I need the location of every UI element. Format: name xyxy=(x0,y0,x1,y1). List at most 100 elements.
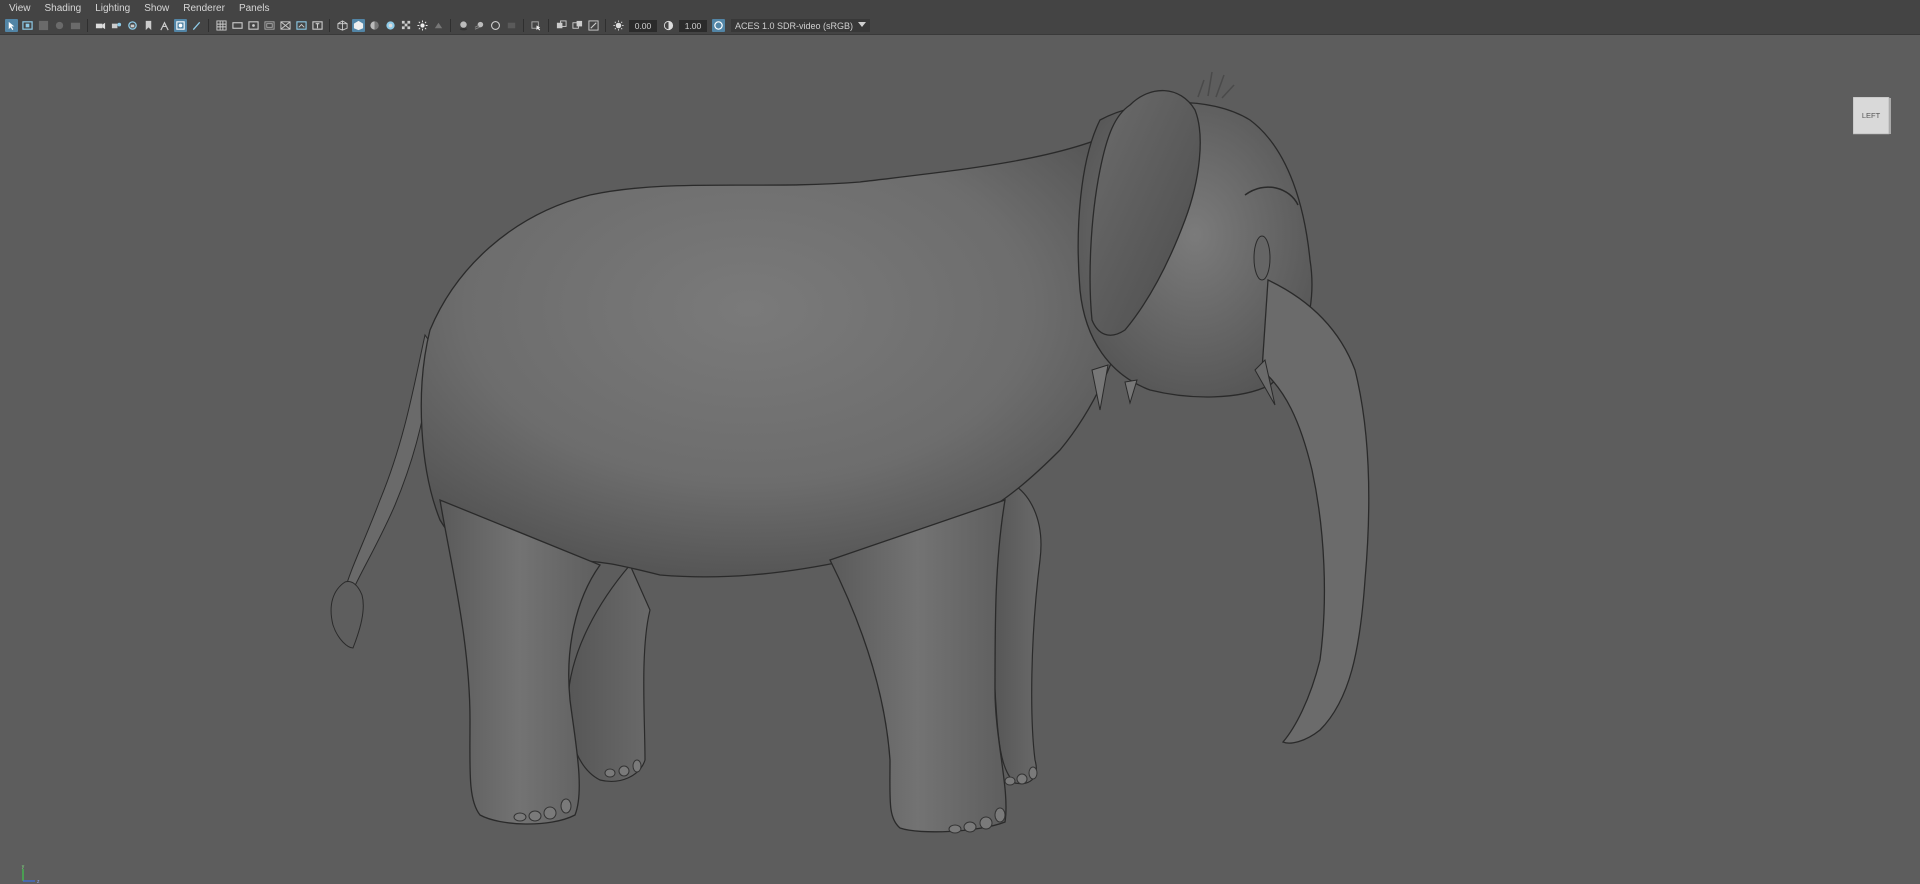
field-chart-button[interactable] xyxy=(279,19,292,32)
use-all-lights-button[interactable] xyxy=(400,19,413,32)
view-cube-label: LEFT xyxy=(1862,111,1881,120)
isolate-select-icon xyxy=(530,21,540,31)
anti-aliasing-button[interactable] xyxy=(489,19,502,32)
xray-joints-button[interactable] xyxy=(587,19,600,32)
menu-shading[interactable]: Shading xyxy=(38,0,89,17)
svg-text:y: y xyxy=(22,864,25,870)
movie-camera-icon xyxy=(95,22,105,30)
3d-viewport[interactable]: LEFT y z xyxy=(0,36,1920,884)
resolution-gate-button[interactable] xyxy=(247,19,260,32)
camera-link-button[interactable] xyxy=(110,19,123,32)
hair-tuft xyxy=(1197,71,1235,99)
toolbar-separator xyxy=(523,19,524,32)
pan-zoom-icon xyxy=(70,22,80,30)
menu-view[interactable]: View xyxy=(0,0,38,17)
default-material-button[interactable] xyxy=(368,19,381,32)
ao-sphere-icon xyxy=(459,21,467,31)
smooth-shade-cube-icon xyxy=(353,20,363,31)
axis-gizmo-icon: y z xyxy=(22,864,40,884)
smooth-shade-button[interactable] xyxy=(351,19,365,32)
gate-mask-button[interactable] xyxy=(263,19,276,32)
toolbar-separator xyxy=(548,19,549,32)
gamma-field[interactable]: 1.00 xyxy=(679,19,707,32)
depth-of-field-icon xyxy=(507,22,515,29)
screen-space-ao-button[interactable] xyxy=(457,19,470,32)
color-management-icon xyxy=(713,21,723,30)
toolbar-separator xyxy=(605,19,606,32)
material-sphere-icon xyxy=(369,21,379,30)
textured-sphere-icon xyxy=(385,21,395,30)
stick-figure-icon xyxy=(159,21,169,31)
depth-of-field-button[interactable] xyxy=(505,19,518,32)
toolbar-separator xyxy=(329,19,330,32)
image-plane-icon xyxy=(55,21,63,30)
xray-joints-icon xyxy=(587,20,599,31)
safe-title-button[interactable] xyxy=(311,19,324,32)
gamma-button[interactable] xyxy=(662,19,675,32)
tail xyxy=(344,333,433,593)
resolution-gate-icon xyxy=(247,21,259,30)
xray-button[interactable] xyxy=(555,19,568,32)
safe-title-icon xyxy=(311,21,323,30)
lock-camera-icon xyxy=(127,21,137,30)
tusk-right xyxy=(1124,379,1138,405)
tail-tuft xyxy=(330,581,364,649)
pencil-icon xyxy=(192,21,200,31)
grid-button[interactable] xyxy=(142,19,155,32)
image-plane-button[interactable] xyxy=(53,19,66,32)
view-transform-dropdown[interactable]: ACES 1.0 SDR-video (sRGB) xyxy=(731,19,870,32)
select-camera-button[interactable] xyxy=(4,19,18,32)
body xyxy=(420,129,1151,578)
gamma-icon xyxy=(663,20,673,31)
safe-action-icon xyxy=(295,21,307,30)
eye xyxy=(1253,235,1271,281)
wireframe-button[interactable] xyxy=(336,19,349,32)
exposure-field[interactable]: 0.00 xyxy=(629,19,657,32)
toolbar-separator xyxy=(208,19,209,32)
exposure-button[interactable] xyxy=(612,19,625,32)
motion-blur-icon xyxy=(474,21,483,30)
film-gate-button[interactable] xyxy=(231,19,244,32)
gate-mask-icon xyxy=(175,21,185,30)
view-transform-toggle[interactable] xyxy=(711,19,725,32)
xray-components-icon xyxy=(571,20,582,29)
menu-show[interactable]: Show xyxy=(137,0,176,17)
isolate-select-button[interactable] xyxy=(530,19,543,32)
camera-attributes-button[interactable] xyxy=(21,19,34,32)
camera-link-icon xyxy=(111,22,121,29)
symmetry-button[interactable] xyxy=(158,19,171,32)
lock-camera-button[interactable] xyxy=(126,19,139,32)
light-bulb-icon xyxy=(416,20,428,31)
xray-active-components-button[interactable] xyxy=(571,19,584,32)
anti-alias-icon xyxy=(490,21,500,30)
field-chart-icon xyxy=(279,21,291,30)
exposure-icon xyxy=(612,20,624,31)
paint-button[interactable] xyxy=(190,19,203,32)
gate-mask-frame-icon xyxy=(263,21,275,30)
camera-select-icon xyxy=(8,21,14,31)
view-transform-label: ACES 1.0 SDR-video (sRGB) xyxy=(735,20,854,31)
menu-lighting[interactable]: Lighting xyxy=(88,0,137,17)
bookmark-icon xyxy=(145,20,151,31)
safe-action-button[interactable] xyxy=(295,19,308,32)
xray-icon xyxy=(556,20,567,29)
elephant-model xyxy=(330,71,1370,834)
film-gate-icon xyxy=(231,22,243,29)
svg-text:z: z xyxy=(37,879,40,884)
menu-panels[interactable]: Panels xyxy=(232,0,277,17)
xray-toggle-button[interactable] xyxy=(173,19,187,32)
grid-bookmark-icon xyxy=(38,20,48,31)
toolbar-separator xyxy=(450,19,451,32)
panel-menu-bar: View Shading Lighting Show Renderer Pane… xyxy=(0,0,1920,17)
menu-renderer[interactable]: Renderer xyxy=(176,0,232,17)
camera-attributes-icon xyxy=(21,21,33,30)
2d-pan-zoom-button[interactable] xyxy=(69,19,82,32)
camera-button[interactable] xyxy=(94,19,107,32)
shadows-button[interactable] xyxy=(432,19,445,32)
bookmarks-button[interactable] xyxy=(37,19,50,32)
textured-button[interactable] xyxy=(384,19,397,32)
motion-blur-button[interactable] xyxy=(473,19,486,32)
view-cube[interactable]: LEFT xyxy=(1853,97,1891,135)
lighting-button[interactable] xyxy=(416,19,429,32)
grid-display-button[interactable] xyxy=(215,19,228,32)
